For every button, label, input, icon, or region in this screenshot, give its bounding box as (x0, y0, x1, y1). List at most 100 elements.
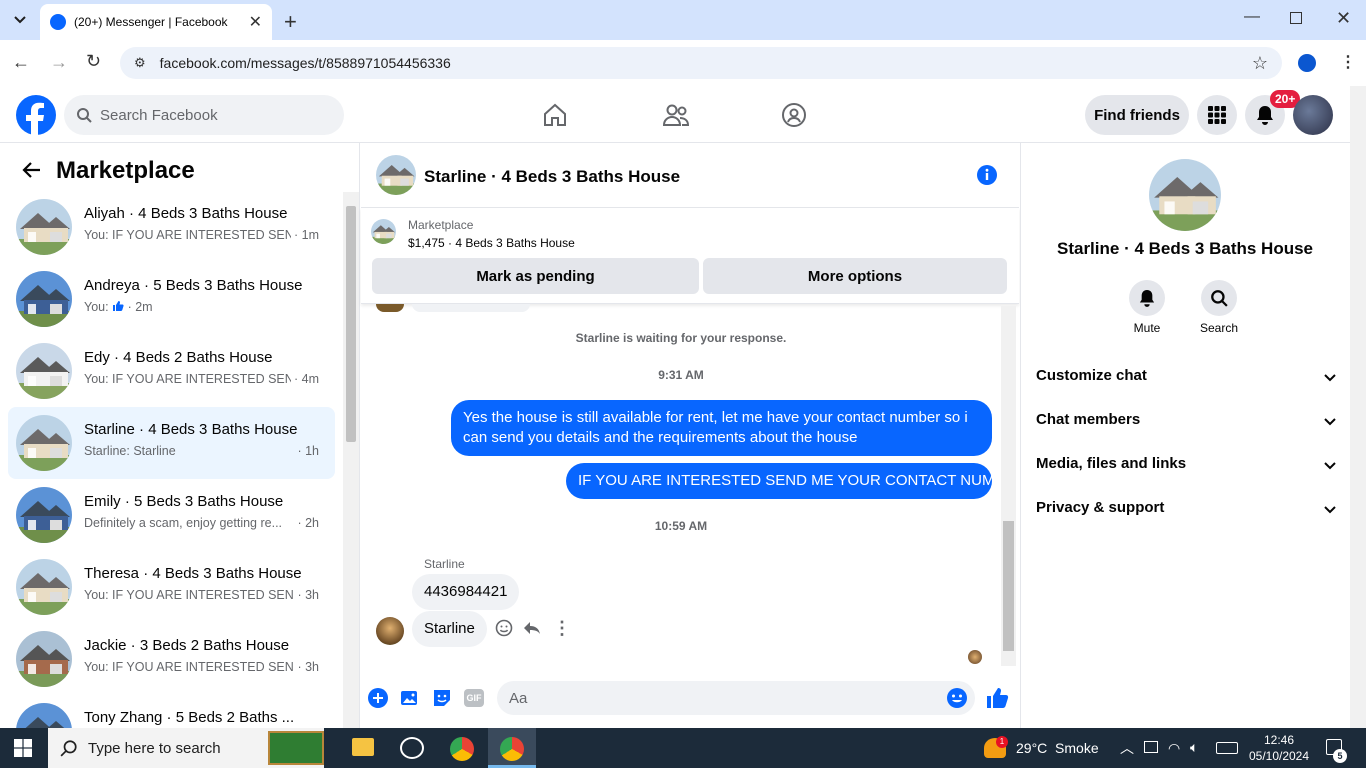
tab-search-icon[interactable] (8, 8, 32, 32)
account-avatar[interactable] (1293, 95, 1333, 135)
address-bar[interactable]: ⚙ facebook.com/messages/t/85889710544563… (120, 47, 1282, 79)
like-icon[interactable] (985, 686, 1009, 710)
profile-icon[interactable] (1298, 54, 1316, 72)
clock-time: 12:46 (1263, 733, 1295, 747)
react-icon[interactable] (494, 618, 514, 638)
incoming-message[interactable]: Starline (412, 611, 487, 647)
reply-icon[interactable] (522, 618, 542, 638)
outgoing-message[interactable]: IF YOU ARE INTERESTED SEND ME YOUR CONTA… (566, 463, 1025, 499)
section-label: Media, files and links (1036, 455, 1187, 472)
bell-icon (1139, 290, 1155, 307)
message-input[interactable]: Aa (497, 681, 975, 715)
file-explorer-icon[interactable] (352, 738, 374, 756)
groups-icon[interactable] (781, 102, 807, 128)
windows-start-icon[interactable] (14, 739, 32, 757)
minimize-icon[interactable]: — (1244, 8, 1260, 26)
chat-avatar[interactable] (376, 155, 416, 195)
wifi-icon[interactable]: ◠ (1168, 740, 1180, 757)
conversation-scrollbar[interactable] (343, 192, 359, 728)
marketplace-title: Marketplace (56, 157, 195, 184)
plus-icon[interactable] (368, 688, 388, 708)
photo-icon[interactable] (400, 688, 420, 708)
mark-pending-button[interactable]: Mark as pending (372, 258, 699, 294)
chrome-active-window[interactable] (488, 728, 536, 768)
reload-icon[interactable]: ↻ (86, 51, 101, 72)
listing-thumbnail[interactable] (371, 219, 396, 244)
sender-name: Starline (424, 557, 465, 571)
clock-date: 05/10/2024 (1248, 749, 1310, 763)
customize-chat-section[interactable]: Customize chat (1036, 367, 1336, 397)
conversation-item[interactable]: Andreya · 5 Beds 3 Baths House You: · 2m (8, 263, 335, 335)
conversation-avatar (16, 631, 72, 687)
chat-title[interactable]: Starline · 4 Beds 3 Baths House (424, 167, 680, 187)
sticker-icon[interactable] (432, 688, 452, 708)
volume-icon[interactable]: 🔈︎ (1190, 739, 1198, 756)
weather-text[interactable]: 29°C Smoke (1016, 740, 1099, 756)
new-tab-icon[interactable]: + (284, 9, 297, 35)
find-friends-button[interactable]: Find friends (1085, 95, 1189, 135)
close-window-icon[interactable]: ✕ (1336, 8, 1351, 29)
conversation-avatar (16, 559, 72, 615)
preview-text: Definitely a scam, enjoy getting re... (84, 516, 283, 530)
profile-title: Starline · 4 Beds 3 Baths House (1056, 239, 1314, 258)
restore-icon[interactable] (1290, 12, 1302, 24)
outgoing-message[interactable]: Yes the house is still available for ren… (451, 400, 992, 456)
conversation-name: Andreya · 5 Beds 3 Baths House (84, 277, 303, 294)
search-placeholder: Search Facebook (100, 106, 218, 124)
clock[interactable]: 12:46 05/10/2024 (1248, 732, 1310, 764)
conversation-item[interactable]: Starline · 4 Beds 3 Baths House Starline:… (8, 407, 335, 479)
more-options-button[interactable]: More options (703, 258, 1007, 294)
scrollbar-thumb[interactable] (1003, 521, 1014, 651)
conversation-name: Starline · 4 Beds 3 Baths House (84, 421, 298, 438)
news-widget-icon[interactable] (268, 731, 324, 765)
conversation-time: · 2m (127, 300, 153, 314)
profile-avatar[interactable] (1149, 159, 1221, 231)
listing-label: Marketplace (408, 218, 474, 232)
search-chat-button[interactable] (1201, 280, 1237, 316)
sender-avatar[interactable] (376, 617, 404, 645)
incoming-message[interactable]: 4436984421 (412, 574, 520, 610)
privacy-support-section[interactable]: Privacy & support (1036, 499, 1336, 529)
chat-members-section[interactable]: Chat members (1036, 411, 1336, 441)
menu-grid-button[interactable] (1197, 95, 1237, 135)
back-arrow-icon[interactable] (22, 160, 42, 180)
info-icon[interactable] (976, 164, 998, 186)
back-icon[interactable]: ← (12, 52, 30, 73)
facebook-logo-icon[interactable] (16, 95, 56, 135)
more-icon[interactable]: ⋮ (553, 618, 571, 639)
home-icon[interactable] (542, 102, 568, 128)
mute-button[interactable] (1129, 280, 1165, 316)
friends-icon[interactable] (662, 102, 690, 128)
listing-detail[interactable]: $1,475 · 4 Beds 3 Baths House (408, 236, 575, 250)
gif-icon[interactable]: GIF (464, 689, 484, 707)
facebook-search-input[interactable]: Search Facebook (64, 95, 344, 135)
menu-dots-icon[interactable]: ⋮ (1340, 52, 1356, 72)
browser-tab[interactable]: (20+) Messenger | Facebook ✕ (40, 4, 272, 40)
photos-app-icon[interactable] (400, 737, 424, 759)
site-info-icon[interactable]: ⚙ (134, 55, 146, 71)
conversation-time: · 3h (294, 588, 319, 602)
page-scrollbar[interactable] (1350, 86, 1366, 728)
search-icon (77, 108, 92, 123)
conversation-item[interactable]: Aliyah · 4 Beds 3 Baths House You: IF YOU… (8, 191, 335, 263)
emoji-icon[interactable] (946, 687, 968, 709)
conversation-item[interactable]: Emily · 5 Beds 3 Baths House Definitely a… (8, 479, 335, 551)
preview-text: You: IF YOU ARE INTERESTED SEN... (84, 228, 305, 242)
conversation-preview: You: IF YOU ARE INTERESTED SEN... · 3h (84, 588, 319, 602)
forward-icon[interactable]: → (50, 52, 68, 73)
chrome-icon[interactable] (450, 737, 474, 761)
scrollbar-thumb[interactable] (346, 206, 356, 442)
keyboard-icon[interactable] (1216, 742, 1238, 754)
conversation-item[interactable]: Theresa · 4 Beds 3 Baths House You: IF YO… (8, 551, 335, 623)
conversation-item[interactable]: Jackie · 3 Beds 2 Baths House You: IF YOU… (8, 623, 335, 695)
conversation-time: · 1m (291, 228, 319, 242)
chevron-up-icon[interactable]: ︿ (1120, 738, 1134, 758)
media-files-links-section[interactable]: Media, files and links (1036, 455, 1336, 485)
preview-text: You: IF YOU ARE INTERESTED SEN... (84, 372, 305, 386)
conversation-avatar (16, 487, 72, 543)
battery-icon[interactable] (1144, 741, 1158, 753)
conversation-item[interactable]: Edy · 4 Beds 2 Baths House You: IF YOU AR… (8, 335, 335, 407)
bookmark-star-icon[interactable]: ☆ (1252, 53, 1268, 74)
chat-scrollbar[interactable] (1001, 306, 1016, 666)
close-tab-icon[interactable]: ✕ (249, 12, 262, 32)
